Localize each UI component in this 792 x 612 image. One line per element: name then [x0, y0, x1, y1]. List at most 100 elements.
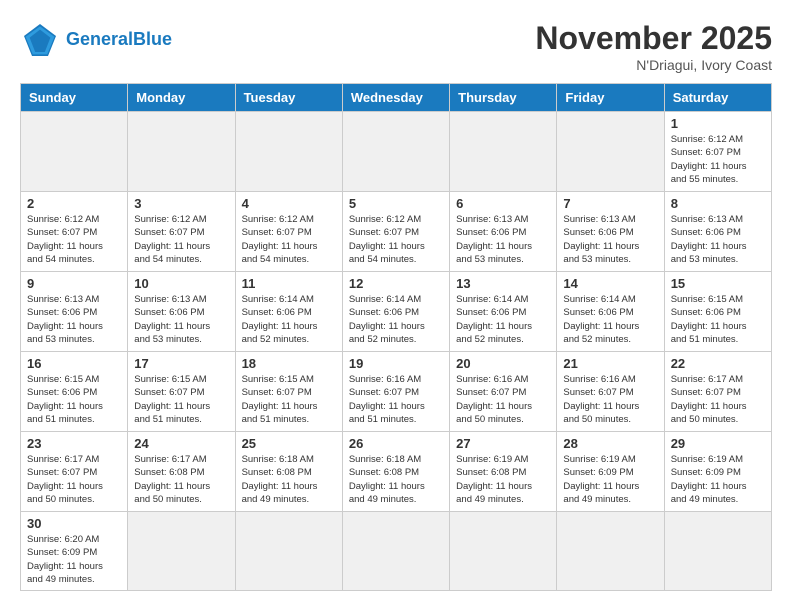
day-of-week-header: Sunday: [21, 84, 128, 112]
day-number: 11: [242, 276, 336, 291]
calendar-cell: 23 Sunrise: 6:17 AM Sunset: 6:07 PM Dayli…: [21, 432, 128, 512]
calendar-week-row: 30 Sunrise: 6:20 AM Sunset: 6:09 PM Dayli…: [21, 512, 772, 591]
cell-sun-info: Sunrise: 6:13 AM Sunset: 6:06 PM Dayligh…: [456, 213, 550, 266]
day-number: 14: [563, 276, 657, 291]
calendar-cell: 25 Sunrise: 6:18 AM Sunset: 6:08 PM Dayli…: [235, 432, 342, 512]
cell-sun-info: Sunrise: 6:12 AM Sunset: 6:07 PM Dayligh…: [27, 213, 121, 266]
cell-sun-info: Sunrise: 6:16 AM Sunset: 6:07 PM Dayligh…: [563, 373, 657, 426]
day-number: 15: [671, 276, 765, 291]
day-number: 28: [563, 436, 657, 451]
cell-sun-info: Sunrise: 6:15 AM Sunset: 6:06 PM Dayligh…: [671, 293, 765, 346]
day-number: 4: [242, 196, 336, 211]
cell-sun-info: Sunrise: 6:17 AM Sunset: 6:07 PM Dayligh…: [671, 373, 765, 426]
calendar-cell: [235, 512, 342, 591]
cell-sun-info: Sunrise: 6:17 AM Sunset: 6:07 PM Dayligh…: [27, 453, 121, 506]
cell-sun-info: Sunrise: 6:19 AM Sunset: 6:09 PM Dayligh…: [671, 453, 765, 506]
calendar-cell: 30 Sunrise: 6:20 AM Sunset: 6:09 PM Dayli…: [21, 512, 128, 591]
calendar-cell: [128, 512, 235, 591]
calendar-cell: 11Sunrise: 6:14 AM Sunset: 6:06 PM Dayli…: [235, 272, 342, 352]
day-number: 23: [27, 436, 121, 451]
day-number: 25: [242, 436, 336, 451]
cell-sun-info: Sunrise: 6:20 AM Sunset: 6:09 PM Dayligh…: [27, 533, 121, 586]
day-number: 10: [134, 276, 228, 291]
day-number: 1: [671, 116, 765, 131]
calendar-cell: 20Sunrise: 6:16 AM Sunset: 6:07 PM Dayli…: [450, 352, 557, 432]
month-year: November 2025: [535, 20, 772, 57]
cell-sun-info: Sunrise: 6:13 AM Sunset: 6:06 PM Dayligh…: [134, 293, 228, 346]
calendar-cell: 19Sunrise: 6:16 AM Sunset: 6:07 PM Dayli…: [342, 352, 449, 432]
day-of-week-header: Thursday: [450, 84, 557, 112]
cell-sun-info: Sunrise: 6:13 AM Sunset: 6:06 PM Dayligh…: [27, 293, 121, 346]
cell-sun-info: Sunrise: 6:17 AM Sunset: 6:08 PM Dayligh…: [134, 453, 228, 506]
day-of-week-header: Monday: [128, 84, 235, 112]
cell-sun-info: Sunrise: 6:15 AM Sunset: 6:07 PM Dayligh…: [134, 373, 228, 426]
day-number: 26: [349, 436, 443, 451]
day-of-week-header: Saturday: [664, 84, 771, 112]
calendar-cell: [557, 112, 664, 192]
calendar-cell: 28Sunrise: 6:19 AM Sunset: 6:09 PM Dayli…: [557, 432, 664, 512]
day-number: 19: [349, 356, 443, 371]
calendar-cell: 6Sunrise: 6:13 AM Sunset: 6:06 PM Daylig…: [450, 192, 557, 272]
calendar-cell: 9Sunrise: 6:13 AM Sunset: 6:06 PM Daylig…: [21, 272, 128, 352]
calendar-cell: [342, 112, 449, 192]
calendar-cell: 26 Sunrise: 6:18 AM Sunset: 6:08 PM Dayli…: [342, 432, 449, 512]
calendar-week-row: 1Sunrise: 6:12 AM Sunset: 6:07 PM Daylig…: [21, 112, 772, 192]
day-number: 3: [134, 196, 228, 211]
calendar-cell: [21, 112, 128, 192]
title-area: November 2025 N'Driagui, Ivory Coast: [535, 20, 772, 73]
calendar-cell: 22Sunrise: 6:17 AM Sunset: 6:07 PM Dayli…: [664, 352, 771, 432]
cell-sun-info: Sunrise: 6:16 AM Sunset: 6:07 PM Dayligh…: [456, 373, 550, 426]
logo-text: GeneralBlue: [66, 30, 172, 50]
calendar-cell: 2 Sunrise: 6:12 AM Sunset: 6:07 PM Daylig…: [21, 192, 128, 272]
calendar-cell: 5 Sunrise: 6:12 AM Sunset: 6:07 PM Daylig…: [342, 192, 449, 272]
cell-sun-info: Sunrise: 6:13 AM Sunset: 6:06 PM Dayligh…: [671, 213, 765, 266]
calendar-cell: 15 Sunrise: 6:15 AM Sunset: 6:06 PM Dayli…: [664, 272, 771, 352]
calendar-cell: 13Sunrise: 6:14 AM Sunset: 6:06 PM Dayli…: [450, 272, 557, 352]
calendar-cell: 4 Sunrise: 6:12 AM Sunset: 6:07 PM Daylig…: [235, 192, 342, 272]
day-number: 16: [27, 356, 121, 371]
logo-icon: [20, 20, 60, 60]
calendar-cell: 18Sunrise: 6:15 AM Sunset: 6:07 PM Dayli…: [235, 352, 342, 432]
calendar-cell: [664, 512, 771, 591]
calendar-cell: 7 Sunrise: 6:13 AM Sunset: 6:06 PM Daylig…: [557, 192, 664, 272]
calendar-week-row: 16Sunrise: 6:15 AM Sunset: 6:06 PM Dayli…: [21, 352, 772, 432]
calendar-week-row: 23 Sunrise: 6:17 AM Sunset: 6:07 PM Dayli…: [21, 432, 772, 512]
day-number: 5: [349, 196, 443, 211]
calendar-week-row: 2 Sunrise: 6:12 AM Sunset: 6:07 PM Daylig…: [21, 192, 772, 272]
day-of-week-header: Tuesday: [235, 84, 342, 112]
calendar-cell: 12Sunrise: 6:14 AM Sunset: 6:06 PM Dayli…: [342, 272, 449, 352]
calendar-cell: [450, 112, 557, 192]
calendar-body: 1 Sunrise: 6:12 AM Sunset: 6:07 PM Daylig…: [21, 112, 772, 591]
calendar-cell: 14Sunrise: 6:14 AM Sunset: 6:06 PM Dayli…: [557, 272, 664, 352]
day-number: 17: [134, 356, 228, 371]
cell-sun-info: Sunrise: 6:19 AM Sunset: 6:08 PM Dayligh…: [456, 453, 550, 506]
cell-sun-info: Sunrise: 6:18 AM Sunset: 6:08 PM Dayligh…: [349, 453, 443, 506]
day-number: 18: [242, 356, 336, 371]
calendar-cell: [235, 112, 342, 192]
calendar-cell: 17 Sunrise: 6:15 AM Sunset: 6:07 PM Dayli…: [128, 352, 235, 432]
cell-sun-info: Sunrise: 6:14 AM Sunset: 6:06 PM Dayligh…: [349, 293, 443, 346]
cell-sun-info: Sunrise: 6:12 AM Sunset: 6:07 PM Dayligh…: [242, 213, 336, 266]
day-number: 2: [27, 196, 121, 211]
day-number: 24: [134, 436, 228, 451]
calendar-cell: 3 Sunrise: 6:12 AM Sunset: 6:07 PM Daylig…: [128, 192, 235, 272]
day-number: 21: [563, 356, 657, 371]
cell-sun-info: Sunrise: 6:18 AM Sunset: 6:08 PM Dayligh…: [242, 453, 336, 506]
day-number: 30: [27, 516, 121, 531]
calendar-cell: 27Sunrise: 6:19 AM Sunset: 6:08 PM Dayli…: [450, 432, 557, 512]
cell-sun-info: Sunrise: 6:12 AM Sunset: 6:07 PM Dayligh…: [349, 213, 443, 266]
calendar-cell: [342, 512, 449, 591]
cell-sun-info: Sunrise: 6:13 AM Sunset: 6:06 PM Dayligh…: [563, 213, 657, 266]
day-of-week-header: Wednesday: [342, 84, 449, 112]
calendar-header-row: SundayMondayTuesdayWednesdayThursdayFrid…: [21, 84, 772, 112]
day-of-week-header: Friday: [557, 84, 664, 112]
calendar-week-row: 9Sunrise: 6:13 AM Sunset: 6:06 PM Daylig…: [21, 272, 772, 352]
cell-sun-info: Sunrise: 6:12 AM Sunset: 6:07 PM Dayligh…: [134, 213, 228, 266]
day-number: 8: [671, 196, 765, 211]
day-number: 7: [563, 196, 657, 211]
calendar-cell: 1Sunrise: 6:12 AM Sunset: 6:07 PM Daylig…: [664, 112, 771, 192]
day-number: 13: [456, 276, 550, 291]
location: N'Driagui, Ivory Coast: [535, 57, 772, 73]
calendar-cell: [557, 512, 664, 591]
calendar: SundayMondayTuesdayWednesdayThursdayFrid…: [20, 83, 772, 591]
